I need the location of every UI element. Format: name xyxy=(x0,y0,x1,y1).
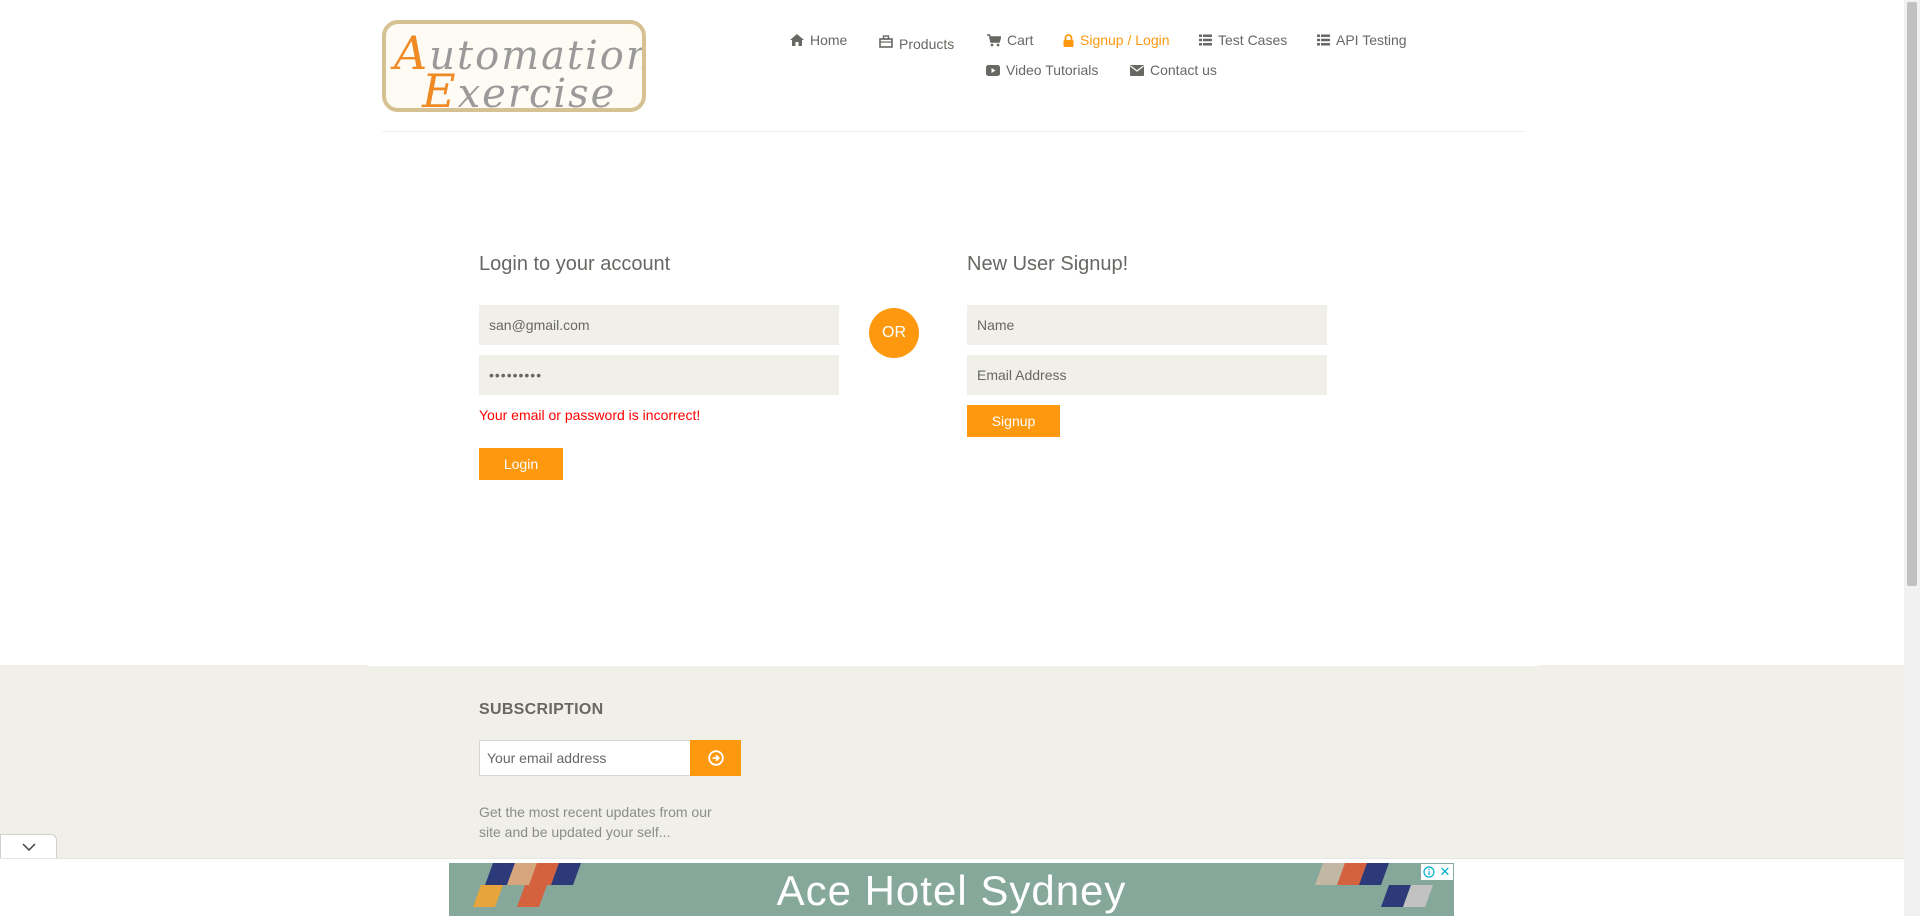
list-icon xyxy=(1317,34,1330,46)
signup-email-field[interactable] xyxy=(967,355,1327,395)
chevron-down-icon xyxy=(21,842,36,851)
logo-text-2: xercise xyxy=(457,71,617,112)
ad-headline: Ace Hotel Sydney xyxy=(776,867,1127,914)
header-divider xyxy=(382,131,1524,132)
nav-products-label: Products xyxy=(899,36,955,52)
signup-title: New User Signup! xyxy=(967,253,1129,275)
nav-video-tutorials[interactable]: Video Tutorials xyxy=(986,62,1098,78)
home-icon xyxy=(790,34,804,46)
ad-info-icon[interactable] xyxy=(1421,864,1437,880)
nav-test-cases-label: Test Cases xyxy=(1218,32,1288,48)
envelope-icon xyxy=(1130,64,1144,76)
nav-api-testing[interactable]: API Testing xyxy=(1317,32,1407,48)
lock-icon xyxy=(1063,33,1074,47)
subscription-title: SUBSCRIPTION xyxy=(479,701,604,718)
list-icon xyxy=(1199,34,1212,46)
subscription-email-field[interactable] xyxy=(479,740,691,776)
nav-products[interactable]: Products xyxy=(879,30,954,52)
page-scrollbar[interactable] xyxy=(1904,0,1920,916)
scrollbar-thumb[interactable] xyxy=(1907,2,1917,586)
or-divider: OR xyxy=(869,308,919,358)
site-logo[interactable]: Automation Exercise xyxy=(382,20,646,112)
info-icon xyxy=(1423,866,1435,878)
products-icon xyxy=(879,34,893,48)
signup-button[interactable]: Signup xyxy=(967,405,1060,437)
nav-api-testing-label: API Testing xyxy=(1336,32,1407,48)
nav-test-cases[interactable]: Test Cases xyxy=(1199,32,1287,48)
logo-cap-e: E xyxy=(422,64,458,112)
nav-signup-login[interactable]: Signup / Login xyxy=(1063,32,1170,48)
youtube-icon xyxy=(986,64,1000,76)
login-error-message: Your email or password is incorrect! xyxy=(479,407,701,423)
login-title: Login to your account xyxy=(479,253,671,275)
nav-cart-label: Cart xyxy=(1007,32,1034,48)
nav-contact-us-label: Contact us xyxy=(1150,62,1217,78)
ad-banner[interactable]: Ace Hotel Sydney xyxy=(449,863,1454,916)
nav-home[interactable]: Home xyxy=(790,32,847,48)
subscription-description: Get the most recent updates from our sit… xyxy=(479,804,712,840)
site-header: Automation Exercise Home Products Cart S… xyxy=(0,0,1904,135)
ad-close-button[interactable]: ✕ xyxy=(1437,864,1453,880)
login-button[interactable]: Login xyxy=(479,448,563,480)
nav-contact-us[interactable]: Contact us xyxy=(1130,62,1217,78)
cart-icon xyxy=(987,33,1001,46)
nav-cart[interactable]: Cart xyxy=(987,32,1033,48)
login-email-field[interactable] xyxy=(479,305,839,345)
arrow-circle-right-icon xyxy=(707,750,724,766)
nav-video-tutorials-label: Video Tutorials xyxy=(1006,62,1099,78)
logo-line-2: Exercise xyxy=(422,64,617,112)
ad-collapse-toggle[interactable] xyxy=(0,834,57,858)
nav-home-label: Home xyxy=(810,32,848,48)
subscribe-button[interactable] xyxy=(690,740,741,776)
login-password-field[interactable] xyxy=(479,355,839,395)
footer-divider xyxy=(368,665,1538,666)
signup-name-field[interactable] xyxy=(967,305,1327,345)
nav-signup-login-label: Signup / Login xyxy=(1080,32,1170,48)
